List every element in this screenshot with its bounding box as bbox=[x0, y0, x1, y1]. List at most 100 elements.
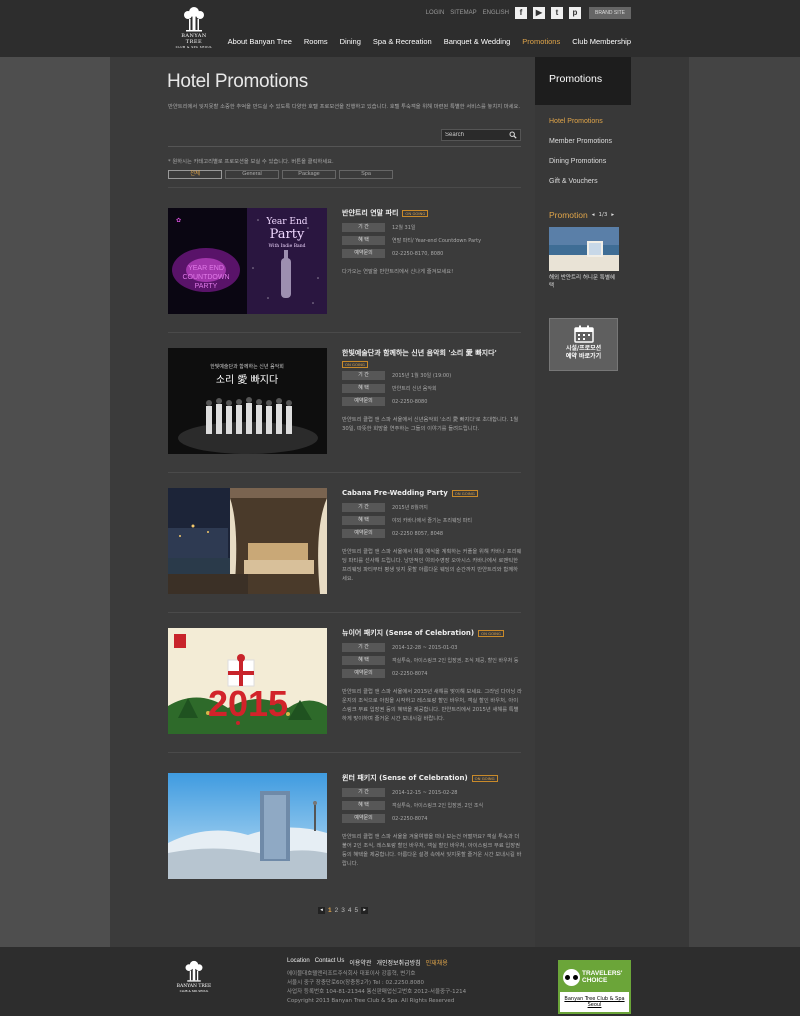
promotion-info: 반얀트리 연말 파티 ON GOING 기 간 12월 31일 혜 택 연말 파티/ … bbox=[342, 208, 522, 277]
promotion-title[interactable]: 한빛예술단과 함께하는 신년 음악회 '소리 愛 빠지다' bbox=[342, 348, 497, 358]
promotion-item: 2015 뉴이어 패키지 (Sense of Celebration) ON GO… bbox=[168, 628, 522, 753]
promotion-description: 반얀트리 클럽 앤 스파 서울에서 2015년 새해를 맞이해 보세요. 그라넘… bbox=[342, 689, 522, 722]
footer-link-terms[interactable]: 이용약관 bbox=[349, 958, 371, 967]
promotion-item: 한빛예술단과 함께하는 신년 음악회 소리 愛 빠지다 한빛예술단과 함께하는 … bbox=[168, 348, 521, 473]
calendar-icon bbox=[573, 325, 594, 343]
sidebar-item-hotel-promotions[interactable]: Hotel Promotions bbox=[549, 118, 612, 138]
sidebar-menu: Hotel Promotions Member Promotions Dinin… bbox=[549, 118, 612, 198]
page-4[interactable]: 4 bbox=[348, 907, 352, 914]
english-link[interactable]: ENGLISH bbox=[483, 10, 509, 16]
nav-banquet[interactable]: Banquet & Wedding bbox=[444, 37, 511, 46]
nav-promotions[interactable]: Promotions bbox=[522, 37, 560, 46]
search-input[interactable] bbox=[442, 130, 506, 140]
banyan-tree-logo[interactable]: BANYAN TREE CLUB & SPA SEOUL bbox=[172, 6, 216, 49]
nav-spa[interactable]: Spa & Recreation bbox=[373, 37, 432, 46]
promotion-title[interactable]: Cabana Pre-Wedding Party bbox=[342, 489, 448, 497]
promotion-info: 한빛예술단과 함께하는 신년 음악회 '소리 愛 빠지다' ON GOING 기… bbox=[342, 348, 522, 434]
inquiry-value: 02-2250 8057, 8048 bbox=[392, 531, 444, 537]
page-3[interactable]: 3 bbox=[341, 907, 345, 914]
footer-link-location[interactable]: Location bbox=[287, 958, 310, 967]
promotion-description: 다가오는 연말을 반얀트리에서 신나게 즐겨보세요! bbox=[342, 269, 454, 275]
benefit-label: 혜 택 bbox=[342, 384, 385, 393]
reservation-label-1: 시설/프로모션 bbox=[565, 345, 602, 352]
period-value: 12월 31일 bbox=[392, 225, 416, 231]
inquiry-value: 02-2250-8080 bbox=[392, 399, 428, 405]
divider bbox=[168, 752, 521, 753]
period-label: 기 간 bbox=[342, 788, 385, 797]
page-title: Hotel Promotions bbox=[167, 71, 308, 92]
search-icon[interactable] bbox=[509, 131, 517, 139]
sidebar-item-member-promotions[interactable]: Member Promotions bbox=[549, 138, 612, 158]
site-header: BANYAN TREE CLUB & SPA SEOUL LOGIN SITEM… bbox=[0, 0, 800, 57]
carousel-prev-button[interactable]: ◂ bbox=[592, 212, 595, 218]
youtube-icon[interactable]: ▶ bbox=[532, 7, 545, 19]
page-2[interactable]: 2 bbox=[335, 907, 339, 914]
status-badge: ON GOING bbox=[478, 629, 504, 637]
login-link[interactable]: LOGIN bbox=[426, 10, 445, 16]
promotion-thumbnail[interactable] bbox=[168, 488, 327, 594]
footer-link-contact[interactable]: Contact Us bbox=[315, 958, 345, 967]
thumb-subtitle: 한빛예술단과 함께하는 신년 음악회 bbox=[210, 363, 284, 370]
tab-package[interactable]: Package bbox=[282, 170, 336, 179]
tab-all[interactable]: 전체 bbox=[168, 170, 222, 179]
pager-next-button[interactable]: ▸ bbox=[361, 907, 369, 914]
promotion-title[interactable]: 뉴이어 패키지 (Sense of Celebration) bbox=[342, 628, 474, 638]
promotion-thumbnail[interactable]: 2015 bbox=[168, 628, 327, 734]
sidebar-item-dining-promotions[interactable]: Dining Promotions bbox=[549, 158, 612, 178]
pinterest-icon[interactable]: p bbox=[568, 7, 581, 19]
pagination: ◂ 1 2 3 4 5 ▸ bbox=[318, 907, 369, 914]
promotion-item: ✿ YEAR END COUNTDOWN PARTY Year End Part… bbox=[168, 208, 521, 333]
facebook-icon[interactable]: f bbox=[514, 7, 527, 19]
nav-about[interactable]: About Banyan Tree bbox=[228, 37, 292, 46]
inquiry-value: 02-2250-8170, 8080 bbox=[392, 251, 444, 257]
sitemap-link[interactable]: SITEMAP bbox=[450, 10, 476, 16]
carousel-page-indicator: 1/3 bbox=[598, 212, 608, 218]
footer-link-careers[interactable]: 인재채용 bbox=[426, 958, 448, 967]
footer-logo[interactable]: BANYAN TREE CLUB & SPA SEOUL bbox=[172, 960, 216, 993]
footer-address-line: 에이블대호텔앤리조트주식회사 대표이사 강홍혁, 변기호 bbox=[287, 971, 416, 977]
inquiry-label: 예약문의 bbox=[342, 529, 385, 538]
nav-club-membership[interactable]: Club Membership bbox=[572, 37, 631, 46]
tripadvisor-owl-icon bbox=[563, 968, 580, 986]
thumb-countdown-line1: YEAR END bbox=[188, 265, 224, 272]
nav-dining[interactable]: Dining bbox=[340, 37, 361, 46]
status-badge: ON GOING bbox=[402, 209, 429, 217]
reservation-button[interactable]: 시설/프로모션 예약 바로가기 bbox=[549, 318, 618, 371]
benefit-value: 야외 카바나에서 즐기는 프리웨딩 파티 bbox=[392, 518, 472, 524]
period-value: 2015년 1월 30일 (19:00) bbox=[392, 373, 452, 379]
tripadvisor-badge[interactable]: TRAVELERS' CHOICE Banyan Tree Club & Spa… bbox=[558, 960, 631, 1014]
twitter-icon[interactable]: t bbox=[550, 7, 563, 19]
promotion-thumbnail[interactable]: ✿ YEAR END COUNTDOWN PARTY Year End Part… bbox=[168, 208, 327, 314]
tripadvisor-line2: CHOICE bbox=[582, 977, 608, 984]
page-1[interactable]: 1 bbox=[328, 907, 332, 914]
carousel-next-button[interactable]: ▸ bbox=[611, 212, 614, 218]
promotion-thumbnail[interactable] bbox=[168, 773, 327, 879]
inquiry-value: 02-2250-8074 bbox=[392, 671, 428, 677]
tripadvisor-line1: TRAVELERS' bbox=[582, 970, 623, 977]
tab-general[interactable]: General bbox=[225, 170, 279, 179]
inquiry-label: 예약문의 bbox=[342, 814, 385, 823]
nav-rooms[interactable]: Rooms bbox=[304, 37, 328, 46]
promotion-carousel-caption[interactable]: 해외 반얀트리 허니문 특별혜택 bbox=[549, 274, 619, 290]
footer-links: Location Contact Us 이용약관 개인정보취급방침 인재채용 bbox=[287, 958, 448, 967]
promotion-title[interactable]: 반얀트리 연말 파티 bbox=[342, 208, 398, 218]
tab-spa[interactable]: Spa bbox=[339, 170, 393, 179]
thumb-countdown-line2: COUNTDOWN bbox=[182, 274, 229, 281]
footer-link-privacy[interactable]: 개인정보취급방침 bbox=[376, 958, 420, 967]
footer-brand-sub: CLUB & SPA SEOUL bbox=[179, 989, 209, 993]
divider bbox=[168, 612, 521, 613]
sidebar: Promotions Hotel Promotions Member Promo… bbox=[535, 57, 689, 947]
promotion-thumbnail[interactable]: 한빛예술단과 함께하는 신년 음악회 소리 愛 빠지다 bbox=[168, 348, 327, 454]
page-5[interactable]: 5 bbox=[355, 907, 359, 914]
pager-prev-button[interactable]: ◂ bbox=[318, 907, 325, 914]
promotion-carousel-image[interactable] bbox=[549, 227, 619, 271]
category-note: * 원하시는 카테고리별로 프로모션을 보실 수 있습니다. 버튼을 클릭하세요… bbox=[168, 159, 334, 165]
intro-text: 반얀트리에서 잊지못할 소중한 추억을 만드실 수 있도록 다양한 호텔 프로모… bbox=[168, 104, 521, 110]
sidebar-item-gift-vouchers[interactable]: Gift & Vouchers bbox=[549, 178, 612, 198]
inquiry-label: 예약문의 bbox=[342, 249, 385, 258]
thumb-title-line3: With Indie Band bbox=[269, 243, 306, 249]
brand-site-button[interactable]: BRAND SITE bbox=[588, 7, 631, 19]
period-value: 2014-12-28 ~ 2015-01-03 bbox=[392, 645, 458, 651]
benefit-label: 혜 택 bbox=[342, 801, 385, 810]
promotion-title[interactable]: 윈터 패키지 (Sense of Celebration) bbox=[342, 773, 468, 783]
